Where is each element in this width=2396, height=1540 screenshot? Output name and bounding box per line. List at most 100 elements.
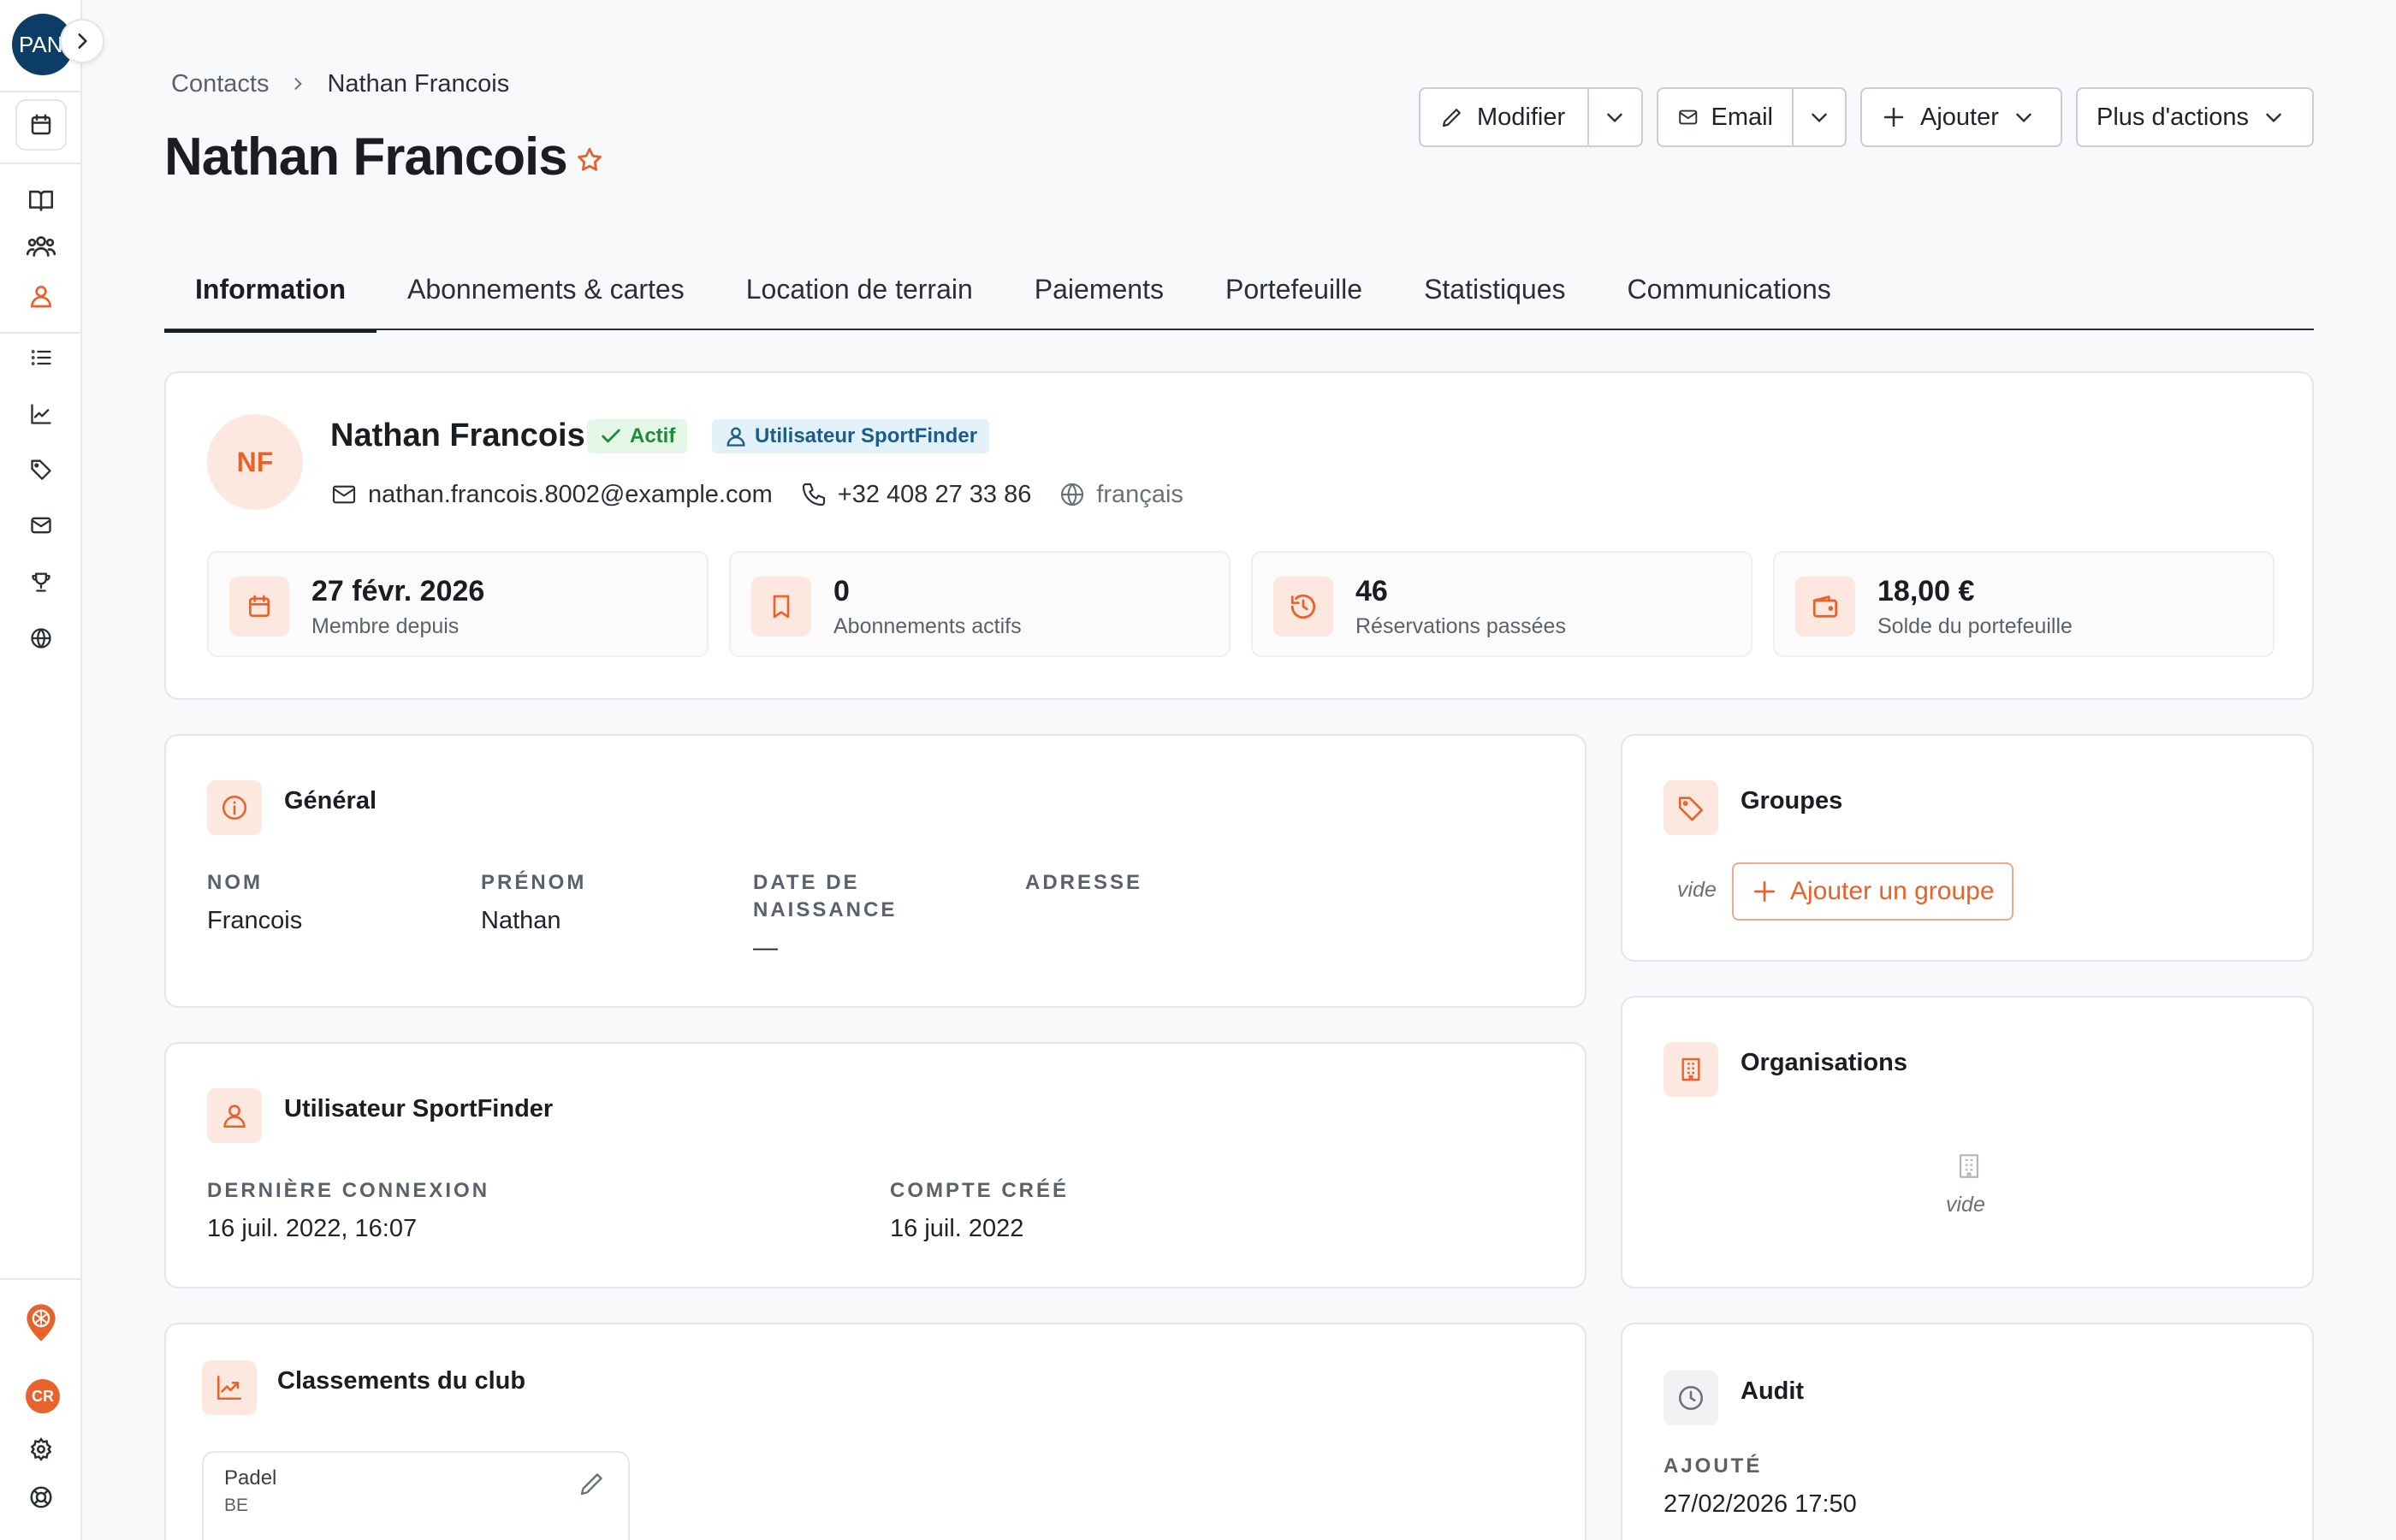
sidebar-divider: [0, 1278, 82, 1280]
tab-abonnements[interactable]: Abonnements & cartes: [377, 248, 715, 330]
breadcrumb-current: Nathan Francois: [327, 69, 510, 98]
trend-chart-icon: [216, 1375, 242, 1401]
club-rankings-card: Classements du club Padel BE: [164, 1323, 1586, 1540]
mail-icon: [1679, 110, 1698, 125]
stat-icon-box: [751, 577, 811, 637]
stat-label: Réservations passées: [1355, 614, 1566, 638]
chevron-right-icon: [78, 33, 87, 49]
last-login-label: DERNIÈRE CONNEXION: [207, 1179, 490, 1202]
field-label-adresse: ADRESSE: [1025, 871, 1143, 894]
sidebar-divider: [0, 332, 82, 334]
globe-icon: [1061, 483, 1084, 506]
profile-name: Nathan Francois: [330, 418, 585, 453]
favorite-button[interactable]: [575, 145, 604, 175]
stat-icon-box: [1795, 577, 1855, 637]
info-icon: [222, 795, 247, 820]
profile-card: NF Nathan Francois Actif Utilisateur Spo…: [164, 371, 2314, 700]
tab-information[interactable]: Information: [164, 248, 377, 333]
history-icon: [1290, 594, 1316, 619]
account-avatar-text: PAN: [19, 31, 63, 57]
contact-language-value: français: [1096, 480, 1183, 508]
more-actions-button[interactable]: Plus d'actions: [2076, 87, 2314, 147]
sidebar-item-help[interactable]: [21, 1477, 62, 1518]
modifier-dropdown-button[interactable]: [1586, 89, 1641, 145]
tag-icon: [31, 459, 51, 480]
modifier-label: Modifier: [1477, 103, 1566, 131]
tab-location-terrain[interactable]: Location de terrain: [715, 248, 1004, 330]
sidebar-item-trophy[interactable]: [21, 561, 62, 602]
tab-statistiques[interactable]: Statistiques: [1393, 248, 1596, 330]
edit-ranking-button[interactable]: [577, 1468, 608, 1499]
calendar-icon: [249, 595, 270, 617]
contact-phone[interactable]: +32 408 27 33 86: [800, 481, 1031, 509]
sidebar-item-list[interactable]: [21, 337, 62, 378]
gear-icon: [30, 1437, 52, 1461]
club-badge[interactable]: CR: [26, 1379, 60, 1413]
breadcrumb: Contacts Nathan Francois: [171, 68, 509, 99]
chevron-down-icon: [2016, 113, 2031, 123]
sidebar-item-contacts[interactable]: [21, 275, 62, 317]
sidebar-item-users[interactable]: [21, 226, 62, 267]
contact-language: français: [1059, 481, 1183, 509]
tab-portefeuille[interactable]: Portefeuille: [1195, 248, 1393, 330]
list-icon: [31, 350, 51, 365]
pencil-icon: [580, 1473, 602, 1496]
sidebar: PAN CR: [0, 0, 104, 1540]
audit-added-value: 27/02/2026 17:50: [1664, 1490, 1857, 1518]
card-icon-box: [202, 1360, 257, 1415]
modifier-button[interactable]: Modifier: [1420, 89, 1587, 145]
book-icon: [28, 190, 54, 211]
contact-email[interactable]: nathan.francois.8002@example.com: [330, 481, 773, 509]
card-icon-box: [1664, 1042, 1718, 1097]
audit-card: Audit AJOUTÉ 27/02/2026 17:50: [1621, 1323, 2314, 1540]
globe-icon: [31, 628, 51, 649]
organisations-empty: vide: [1946, 1193, 1985, 1217]
users-icon: [26, 236, 56, 257]
stat-active-subscriptions: 0 Abonnements actifs: [729, 551, 1231, 657]
ajouter-button[interactable]: Ajouter: [1860, 87, 2062, 147]
add-group-button[interactable]: Ajouter un groupe: [1732, 862, 2013, 921]
sidebar-item-sportfinder[interactable]: [21, 1302, 62, 1343]
sportfinder-user-title: Utilisateur SportFinder: [284, 1095, 554, 1122]
stat-label: Membre depuis: [311, 614, 460, 638]
stat-label: Solde du portefeuille: [1877, 614, 2073, 638]
status-badge: Actif: [587, 419, 688, 453]
profile-avatar: NF: [207, 414, 303, 510]
contact-icon: [30, 286, 52, 308]
chevron-down-icon: [1812, 113, 1827, 123]
account-created-value: 16 juil. 2022: [890, 1215, 1024, 1242]
ajouter-label: Ajouter: [1920, 103, 1999, 131]
sidebar-item-mail[interactable]: [21, 505, 62, 546]
plus-icon: [1883, 107, 1904, 127]
card-icon-box: [207, 1088, 262, 1143]
card-icon-box: [1664, 780, 1718, 835]
more-actions-label: Plus d'actions: [2096, 103, 2250, 131]
building-icon: [1681, 1057, 1700, 1081]
sidebar-item-tags[interactable]: [21, 448, 62, 489]
sidebar-item-book[interactable]: [21, 180, 62, 221]
user-icon: [223, 1105, 246, 1128]
email-button[interactable]: Email: [1658, 89, 1792, 145]
tab-paiements[interactable]: Paiements: [1004, 248, 1195, 330]
contact-row: nathan.francois.8002@example.com +32 408…: [330, 476, 1183, 513]
sidebar-item-globe[interactable]: [21, 618, 62, 659]
sidebar-toggle-button[interactable]: [60, 19, 104, 63]
email-label: Email: [1711, 103, 1773, 131]
field-label-nom: NOM: [207, 871, 263, 894]
breadcrumb-contacts-link[interactable]: Contacts: [171, 70, 269, 98]
tab-communications[interactable]: Communications: [1596, 248, 1861, 330]
ranking-country: BE: [224, 1496, 249, 1515]
sidebar-item-settings[interactable]: [21, 1429, 62, 1470]
sportfinder-user-badge-label: Utilisateur SportFinder: [755, 424, 978, 447]
page-title: Nathan Francois: [164, 127, 568, 187]
email-dropdown-button[interactable]: [1792, 89, 1845, 145]
stat-icon-box: [229, 577, 289, 637]
sidebar-item-stats[interactable]: [21, 394, 62, 435]
pencil-icon: [1442, 109, 1461, 127]
audit-title: Audit: [1741, 1377, 1805, 1405]
last-login-value: 16 juil. 2022, 16:07: [207, 1215, 418, 1242]
stat-value: 27 févr. 2026: [311, 575, 485, 607]
sidebar-item-calendar[interactable]: [15, 99, 67, 151]
account-created-label: COMPTE CRÉÉ: [890, 1179, 1070, 1202]
field-value-nom: Francois: [207, 907, 303, 934]
